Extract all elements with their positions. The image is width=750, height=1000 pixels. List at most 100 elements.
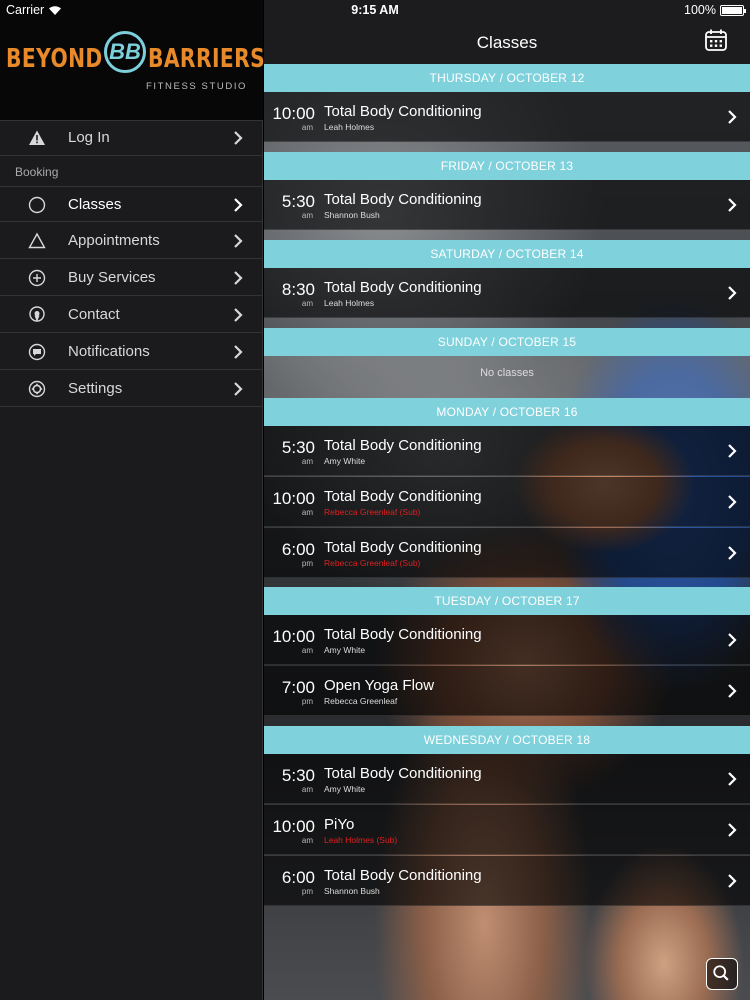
day-header: SUNDAY / OCTOBER 15	[264, 328, 750, 356]
sidebar-item-buy-services[interactable]: Buy Services	[0, 260, 263, 296]
sidebar-item-contact[interactable]: Contact	[0, 297, 263, 333]
class-row[interactable]: 6:00 pm Total Body Conditioning Rebecca …	[264, 528, 750, 578]
class-row[interactable]: 5:30 am Total Body Conditioning Amy Whit…	[264, 426, 750, 476]
sidebar-item-label: Appointments	[68, 232, 160, 249]
class-name: Total Body Conditioning	[324, 867, 482, 884]
class-time: 10:00	[272, 489, 315, 508]
calendar-icon[interactable]	[704, 28, 728, 52]
class-name: Total Body Conditioning	[324, 437, 482, 454]
triangle-icon	[28, 232, 46, 249]
class-row[interactable]: 10:00 am Total Body Conditioning Rebecca…	[264, 477, 750, 527]
section-header-booking: Booking	[15, 165, 59, 179]
chevron-right-icon	[728, 495, 737, 509]
class-instructor: Rebecca Greenleaf	[324, 696, 398, 706]
search-button[interactable]	[706, 958, 738, 990]
class-ampm: pm	[301, 697, 313, 706]
classes-panel: Classes THURSDAY / OCTOBER 12 10:00 am T…	[264, 0, 750, 1000]
class-name: Total Body Conditioning	[324, 103, 482, 120]
class-time: 6:00	[281, 868, 315, 887]
class-instructor-sub: Leah Holmes (Sub)	[324, 835, 398, 845]
class-name: Total Body Conditioning	[324, 626, 482, 643]
class-row[interactable]: 10:00 am PiYo Leah Holmes (Sub)	[264, 805, 750, 855]
class-ampm: am	[301, 646, 313, 655]
class-row[interactable]: 8:30 am Total Body Conditioning Leah Hol…	[264, 268, 750, 318]
class-name: Total Body Conditioning	[324, 191, 482, 208]
class-ampm: pm	[301, 887, 313, 896]
status-bar: Carrier 9:15 AM 100%	[0, 0, 750, 22]
plus-circle-icon	[28, 269, 46, 287]
logo-word-left: BEYOND	[6, 44, 103, 74]
class-name: PiYo	[324, 816, 355, 833]
battery-info: 100%	[684, 3, 746, 17]
class-time: 10:00	[272, 104, 315, 123]
class-ampm: am	[301, 508, 313, 517]
chevron-right-icon	[234, 271, 243, 285]
chevron-right-icon	[728, 874, 737, 888]
day-header: MONDAY / OCTOBER 16	[264, 398, 750, 426]
logo-word-right: BARRIERS	[148, 44, 266, 74]
class-row[interactable]: 6:00 pm Total Body Conditioning Shannon …	[264, 856, 750, 906]
class-name: Total Body Conditioning	[324, 279, 482, 296]
class-instructor-sub: Rebecca Greenleaf (Sub)	[324, 558, 421, 568]
gear-icon	[28, 380, 46, 398]
chevron-right-icon	[234, 308, 243, 322]
chevron-right-icon	[728, 546, 737, 560]
class-ampm: pm	[301, 559, 313, 568]
class-time: 10:00	[272, 627, 315, 646]
chevron-right-icon	[234, 198, 243, 212]
chevron-right-icon	[728, 823, 737, 837]
class-time: 5:30	[281, 192, 315, 211]
class-instructor: Shannon Bush	[324, 210, 380, 220]
class-row[interactable]: 7:00 pm Open Yoga Flow Rebecca Greenleaf	[264, 666, 750, 716]
class-instructor: Amy White	[324, 784, 366, 794]
class-time: 10:00	[272, 817, 315, 836]
class-ampm: am	[301, 457, 313, 466]
day-header: TUESDAY / OCTOBER 17	[264, 587, 750, 615]
class-row[interactable]: 5:30 am Total Body Conditioning Amy Whit…	[264, 754, 750, 804]
class-instructor: Amy White	[324, 456, 366, 466]
sidebar-item-label: Settings	[68, 380, 123, 397]
sidebar-item-label: Contact	[68, 306, 120, 323]
class-instructor-sub: Rebecca Greenleaf (Sub)	[324, 507, 421, 517]
day-header: FRIDAY / OCTOBER 13	[264, 152, 750, 180]
class-time: 7:00	[281, 678, 315, 697]
sidebar-item-classes[interactable]: Classes	[0, 186, 263, 222]
day-header: THURSDAY / OCTOBER 12	[264, 64, 750, 92]
class-time: 8:30	[281, 280, 315, 299]
status-time: 9:15 AM	[351, 3, 399, 17]
sidebar-item-label: Classes	[68, 196, 122, 213]
logo-subtitle: FITNESS STUDIO	[146, 81, 248, 92]
class-instructor: Shannon Bush	[324, 886, 380, 896]
chevron-right-icon	[728, 286, 737, 300]
sidebar-item-appointments[interactable]: Appointments	[0, 223, 263, 259]
chevron-right-icon	[728, 684, 737, 698]
class-time: 5:30	[281, 438, 315, 457]
class-instructor: Leah Holmes	[324, 298, 375, 308]
class-name: Open Yoga Flow	[324, 677, 435, 694]
chevron-right-icon	[234, 382, 243, 396]
sidebar-item-label: Buy Services	[68, 269, 156, 286]
logo-monogram: BB	[104, 31, 146, 73]
chat-bubble-icon	[28, 343, 46, 361]
sidebar-item-settings[interactable]: Settings	[0, 371, 263, 407]
battery-percent: 100%	[684, 3, 716, 17]
class-ampm: am	[301, 836, 313, 845]
class-ampm: am	[301, 299, 313, 308]
chevron-right-icon	[234, 234, 243, 248]
class-time: 5:30	[281, 766, 315, 785]
page-title: Classes	[476, 33, 538, 52]
class-instructor: Leah Holmes	[324, 122, 375, 132]
class-row[interactable]: 5:30 am Total Body Conditioning Shannon …	[264, 180, 750, 230]
class-ampm: am	[301, 785, 313, 794]
chevron-right-icon	[728, 198, 737, 212]
sidebar-item-label: Notifications	[68, 343, 150, 360]
chevron-right-icon	[234, 131, 243, 145]
class-row[interactable]: 10:00 am Total Body Conditioning Amy Whi…	[264, 615, 750, 665]
chevron-right-icon	[728, 772, 737, 786]
chevron-right-icon	[728, 633, 737, 647]
warning-icon	[29, 130, 45, 145]
sidebar-item-notifications[interactable]: Notifications	[0, 334, 263, 370]
class-row[interactable]: 10:00 am Total Body Conditioning Leah Ho…	[264, 92, 750, 142]
login-row[interactable]: Log In	[0, 120, 263, 156]
class-ampm: am	[301, 123, 313, 132]
